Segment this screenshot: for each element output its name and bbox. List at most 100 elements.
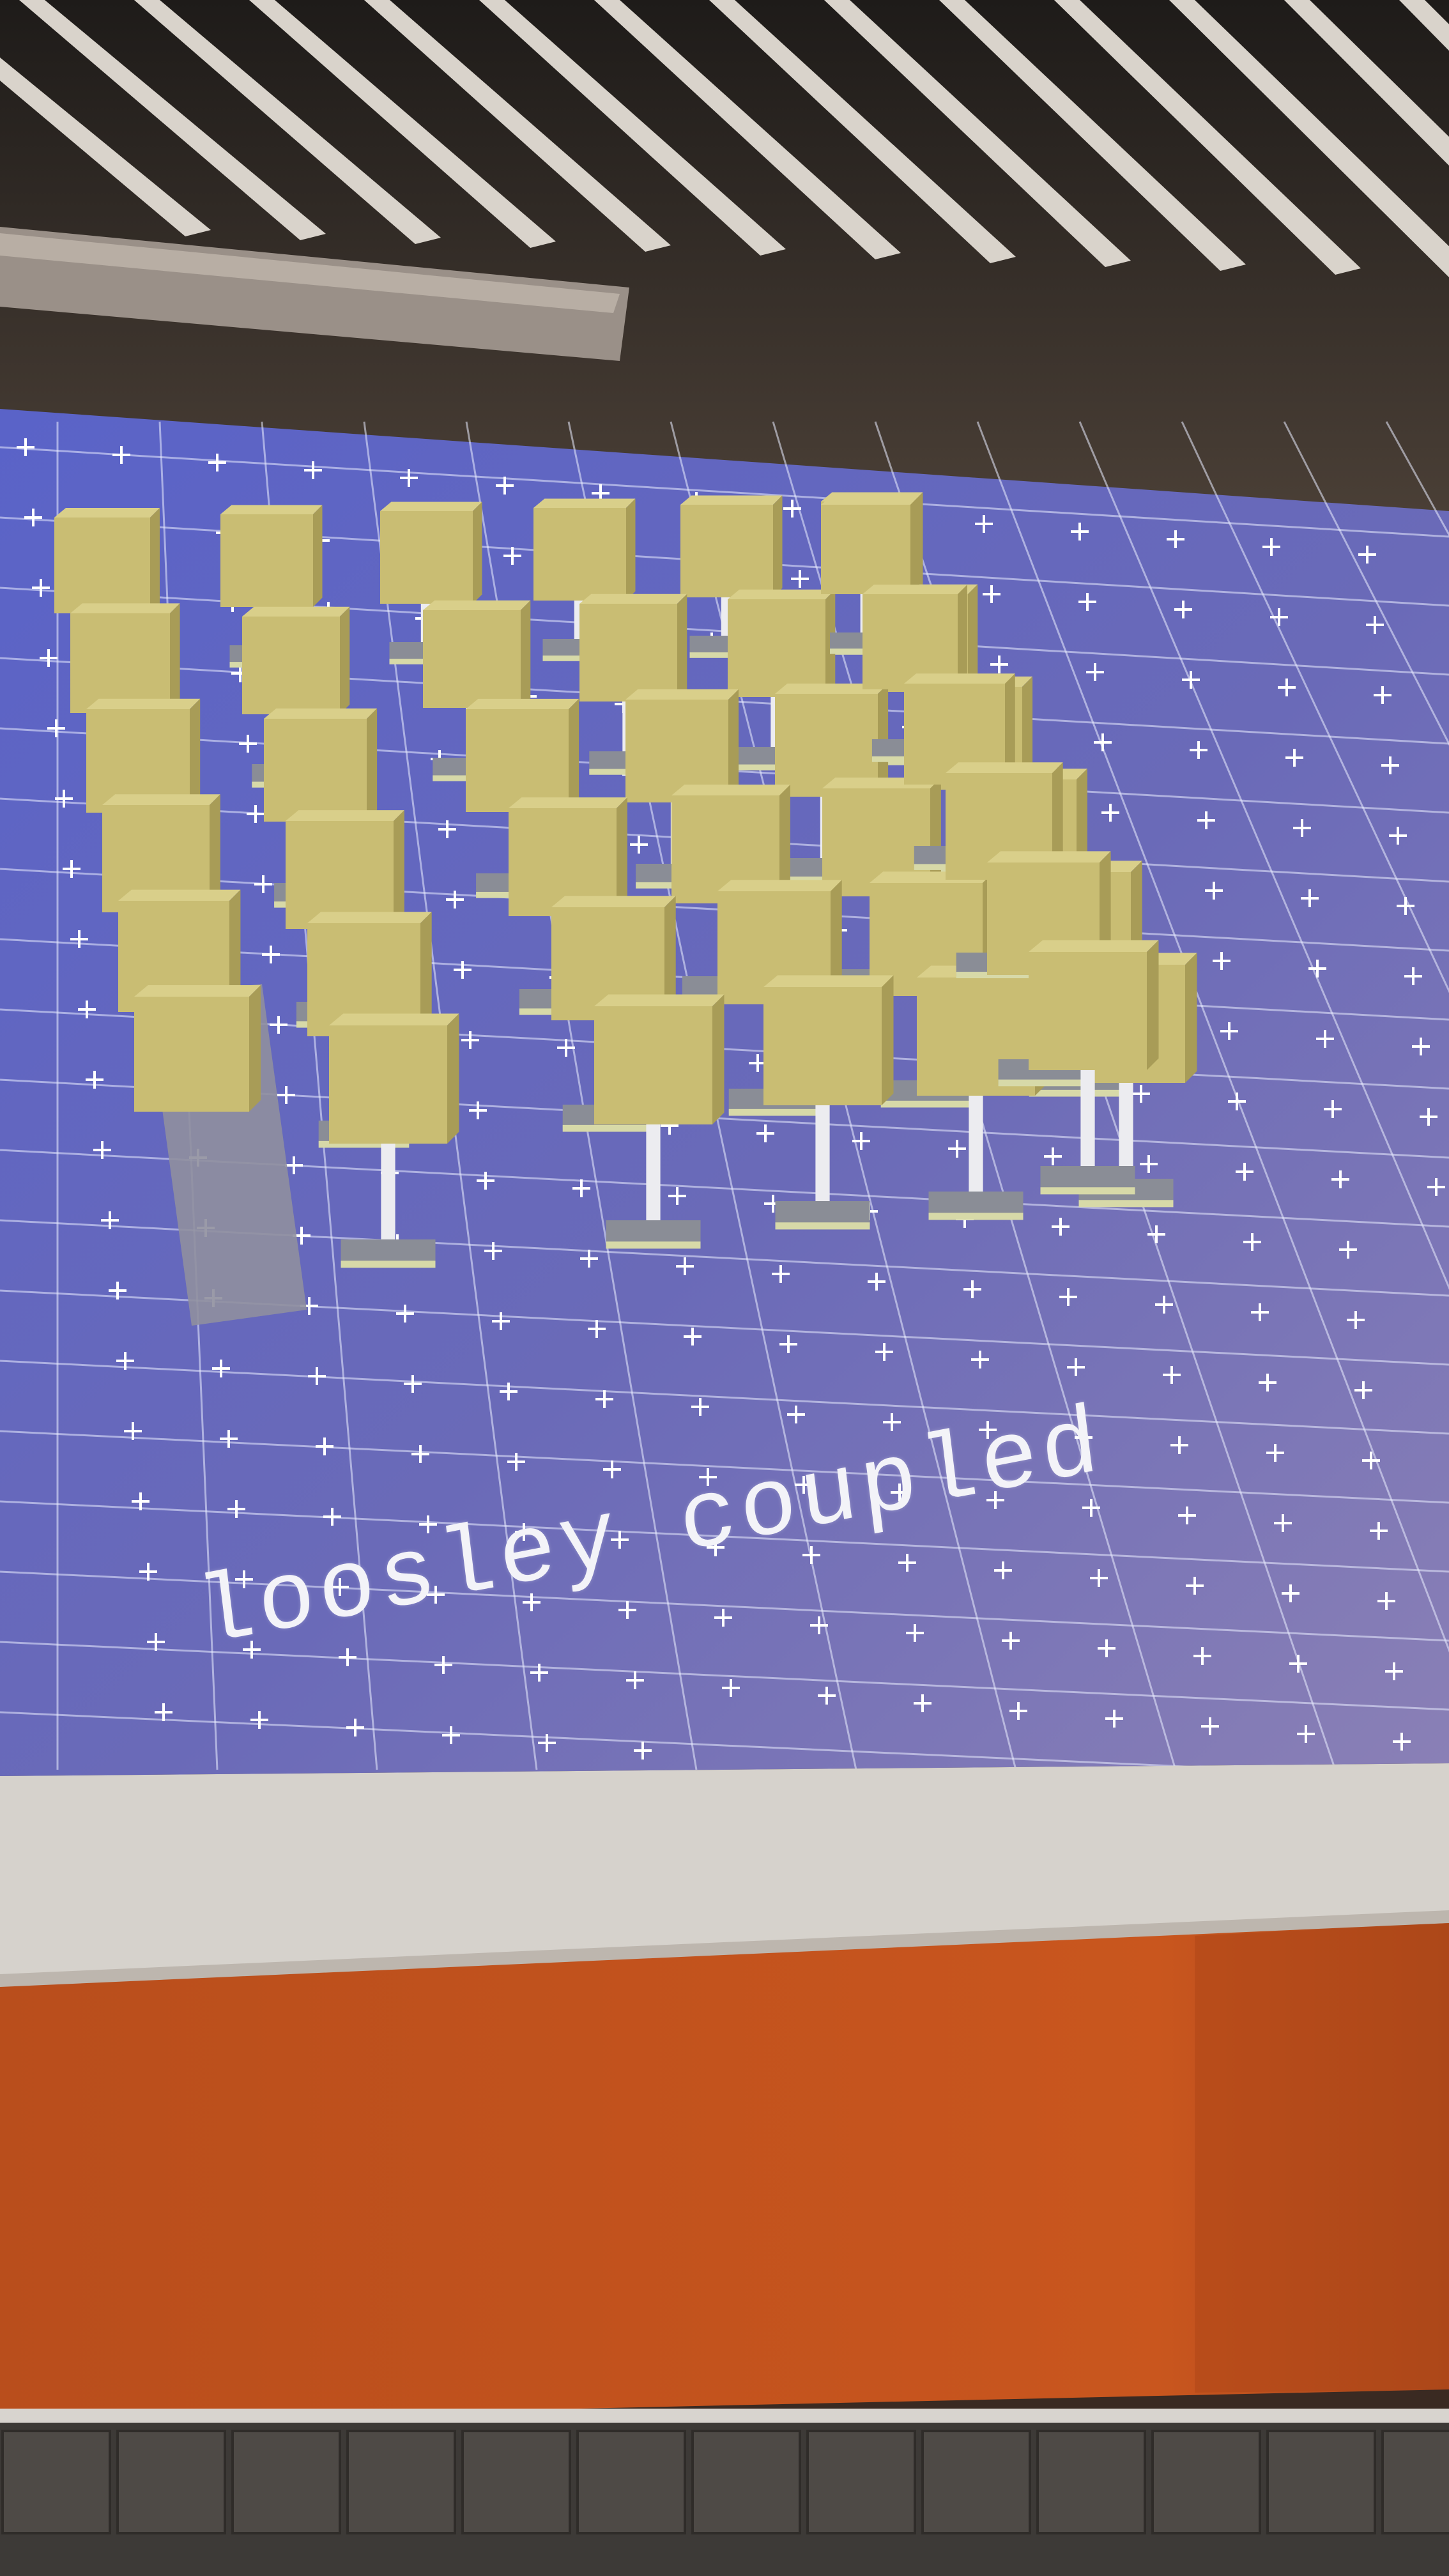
module-cube-side bbox=[447, 1013, 459, 1144]
rail-tile bbox=[116, 2430, 226, 2534]
module-cube-top bbox=[102, 794, 220, 805]
module-cube-top bbox=[307, 912, 432, 923]
module-pole bbox=[646, 1124, 661, 1220]
module-pole bbox=[381, 1144, 395, 1239]
module-base-edge bbox=[928, 1213, 1023, 1220]
module-cube-top bbox=[118, 889, 241, 901]
module-cube-side bbox=[473, 502, 482, 604]
rail-tile bbox=[691, 2430, 801, 2534]
rail-tile bbox=[1036, 2430, 1146, 2534]
module-cube-side bbox=[773, 495, 783, 597]
module-cube-top bbox=[987, 851, 1111, 862]
module-cube-top bbox=[821, 496, 919, 505]
module-base-edge bbox=[1029, 1089, 1120, 1097]
module-cube-front bbox=[329, 1025, 447, 1144]
module-cube-front bbox=[1029, 952, 1147, 1070]
rail-tile bbox=[921, 2430, 1031, 2534]
module-cube-top bbox=[86, 698, 201, 709]
module-cube-side bbox=[712, 994, 724, 1124]
module-cube-front bbox=[423, 610, 521, 708]
module-cube-top bbox=[54, 508, 160, 518]
module-cube-top bbox=[533, 498, 636, 508]
rail-tile bbox=[1151, 2430, 1261, 2534]
scene bbox=[0, 0, 1449, 2576]
module-cube-side bbox=[249, 985, 261, 1112]
module-cube-side bbox=[367, 708, 378, 822]
module-cube-side bbox=[1185, 953, 1197, 1083]
module-base-edge bbox=[775, 1222, 870, 1230]
module-cube-side bbox=[1147, 940, 1159, 1070]
module-cube-top bbox=[763, 975, 894, 987]
module-cube-top bbox=[242, 606, 350, 617]
module-cube-top bbox=[264, 708, 378, 719]
module-cube-top bbox=[551, 896, 676, 907]
module-cube-top bbox=[1029, 940, 1159, 952]
module-pole bbox=[1119, 1083, 1133, 1179]
module-base-edge bbox=[728, 1108, 820, 1116]
module-cube-top bbox=[286, 810, 404, 821]
module-cube-top bbox=[717, 880, 842, 891]
module-cube-top bbox=[594, 994, 724, 1006]
module-cube-side bbox=[340, 606, 350, 714]
wall-shadow-panel bbox=[1195, 1923, 1449, 2393]
module-cube-front bbox=[54, 518, 150, 613]
module-cube-front bbox=[728, 599, 825, 697]
rail-tile bbox=[576, 2430, 686, 2534]
module-cube-top bbox=[423, 600, 531, 610]
module-cube-top bbox=[625, 689, 739, 700]
module-base-edge bbox=[1078, 1200, 1174, 1208]
module-cube-top bbox=[946, 762, 1063, 773]
module-cube-on-pole bbox=[70, 603, 180, 713]
rail-tile bbox=[346, 2430, 456, 2534]
module-cube-on-pole bbox=[54, 508, 160, 613]
rail-tile bbox=[806, 2430, 916, 2534]
module-cube-front bbox=[466, 709, 569, 812]
module-cube-front bbox=[220, 514, 313, 607]
rail-tile bbox=[231, 2430, 341, 2534]
module-cube-side bbox=[150, 508, 160, 613]
module-cube-front bbox=[821, 505, 910, 594]
rail-tile bbox=[1266, 2430, 1376, 2534]
module-cube-front bbox=[70, 613, 170, 713]
module-cube-top bbox=[728, 589, 836, 599]
module-cube-top bbox=[579, 594, 687, 604]
module-cube-front bbox=[594, 1006, 712, 1124]
rail-tile bbox=[1, 2430, 111, 2534]
module-cube-side bbox=[394, 810, 404, 929]
module-base-edge bbox=[562, 1124, 654, 1132]
module-pole bbox=[815, 1105, 830, 1201]
module-cube-top bbox=[509, 797, 627, 808]
module-cube-top bbox=[862, 585, 967, 594]
module-cube-front bbox=[380, 511, 473, 604]
module-base-edge bbox=[606, 1241, 701, 1249]
module-cube-side bbox=[882, 975, 894, 1105]
rail-tiles bbox=[1, 2430, 1449, 2534]
module-base-edge bbox=[341, 1261, 436, 1268]
rail-tile bbox=[1381, 2430, 1449, 2534]
module-cube-front bbox=[680, 505, 773, 597]
module-cube-side bbox=[569, 698, 579, 812]
module-cube-front bbox=[134, 997, 249, 1112]
module-cube-top bbox=[220, 505, 323, 514]
module-cube-front bbox=[763, 987, 882, 1105]
module-base-edge bbox=[1040, 1187, 1135, 1195]
module-cube-top bbox=[680, 495, 783, 505]
module-cube-top bbox=[380, 502, 482, 511]
rail-tile bbox=[461, 2430, 571, 2534]
module-cube-side bbox=[910, 496, 919, 594]
module-cube-side bbox=[677, 594, 687, 702]
module-cube-side bbox=[170, 603, 180, 713]
module-pole bbox=[969, 1096, 983, 1192]
module-cube-front bbox=[533, 508, 626, 601]
module-cube-front bbox=[242, 617, 340, 714]
module-cube-front bbox=[579, 604, 677, 702]
module-cube-top bbox=[904, 673, 1015, 684]
module-cube-side bbox=[313, 505, 323, 607]
module-cube-top bbox=[134, 985, 261, 997]
module-base-edge bbox=[998, 1079, 1089, 1087]
rail-top-edge bbox=[0, 2409, 1449, 2423]
module-pole bbox=[1080, 1070, 1095, 1166]
module-cube-top bbox=[70, 603, 180, 613]
module-cube-front bbox=[264, 719, 367, 822]
module-base-edge bbox=[880, 1100, 972, 1108]
